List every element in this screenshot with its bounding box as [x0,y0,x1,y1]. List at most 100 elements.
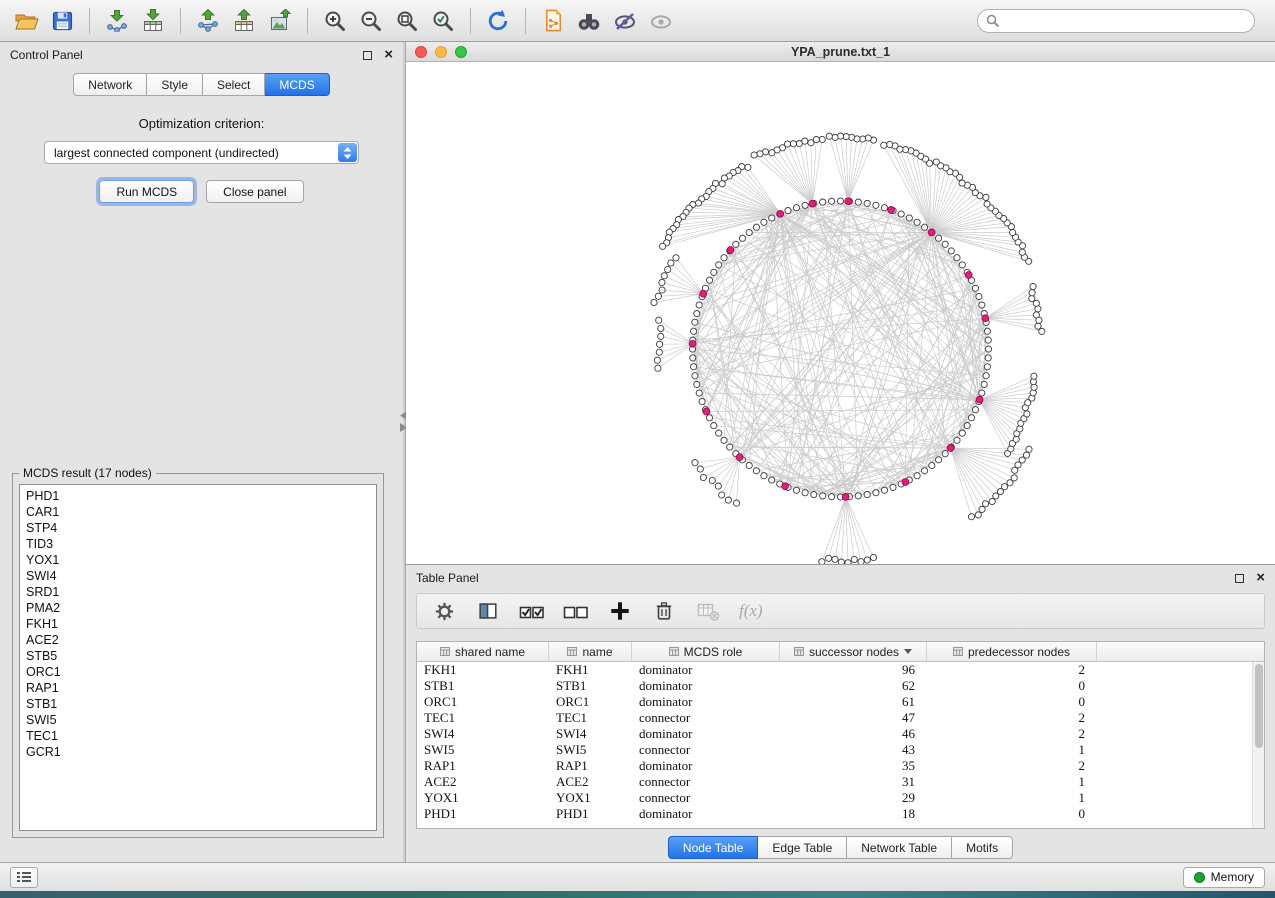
table-row[interactable]: RAP1RAP1dominator352 [417,758,1264,774]
tab-style[interactable]: Style [147,73,203,96]
result-item[interactable]: STB5 [26,648,376,664]
cell-successor-nodes[interactable]: 29 [780,790,927,806]
cell-predecessor-nodes[interactable]: 1 [927,742,1097,758]
memory-button[interactable]: Memory [1183,867,1265,888]
result-item[interactable]: PHD1 [26,488,376,504]
cell-name[interactable]: PHD1 [549,806,632,822]
tab-select[interactable]: Select [203,73,265,96]
cell-name[interactable]: SWI5 [549,742,632,758]
cell-successor-nodes[interactable]: 35 [780,758,927,774]
show-column-button[interactable] [471,596,505,626]
deselect-all-button[interactable] [559,596,593,626]
cell-mcds-role[interactable]: connector [632,774,780,790]
hide-selected-button[interactable] [607,5,643,37]
show-panel-menu-button[interactable] [10,867,38,888]
cell-name[interactable]: STB1 [549,678,632,694]
minimize-window-button[interactable] [435,46,447,58]
save-session-button[interactable] [44,5,80,37]
column-header-mcds-role[interactable]: MCDS role [632,642,780,661]
tab-network-table[interactable]: Network Table [847,836,952,859]
zoom-selected-button[interactable] [425,5,461,37]
cell-mcds-role[interactable]: dominator [632,662,780,678]
export-network-button[interactable] [190,5,226,37]
tab-node-table[interactable]: Node Table [668,836,759,859]
table-row[interactable]: PHD1PHD1dominator180 [417,806,1264,822]
cell-predecessor-nodes[interactable]: 0 [927,678,1097,694]
cell-name[interactable]: YOX1 [549,790,632,806]
cell-mcds-role[interactable]: connector [632,710,780,726]
apply-layout-button[interactable] [480,5,516,37]
table-row[interactable]: ACE2ACE2connector311 [417,774,1264,790]
cell-mcds-role[interactable]: dominator [632,678,780,694]
result-item[interactable]: TEC1 [26,728,376,744]
result-item[interactable]: STP4 [26,520,376,536]
cell-name[interactable]: TEC1 [549,710,632,726]
close-window-button[interactable] [415,46,427,58]
zoom-in-button[interactable] [317,5,353,37]
criterion-dropdown[interactable]: largest connected component (undirected) [44,141,359,164]
result-item[interactable]: ORC1 [26,664,376,680]
column-header-predecessor-nodes[interactable]: predecessor nodes [927,642,1097,661]
cell-predecessor-nodes[interactable]: 2 [927,726,1097,742]
table-row[interactable]: FKH1FKH1dominator962 [417,662,1264,678]
cell-successor-nodes[interactable]: 96 [780,662,927,678]
result-item[interactable]: TID3 [26,536,376,552]
zoom-out-button[interactable] [353,5,389,37]
column-header-successor-nodes[interactable]: successor nodes [780,642,927,661]
table-row[interactable]: TEC1TEC1connector472 [417,710,1264,726]
float-table-panel-button[interactable] [1235,574,1244,583]
cell-mcds-role[interactable]: dominator [632,758,780,774]
cell-predecessor-nodes[interactable]: 1 [927,790,1097,806]
result-item[interactable]: SWI5 [26,712,376,728]
cell-mcds-role[interactable]: connector [632,742,780,758]
cell-successor-nodes[interactable]: 62 [780,678,927,694]
cell-mcds-role[interactable]: dominator [632,726,780,742]
export-document-button[interactable] [535,5,571,37]
tab-mcds[interactable]: MCDS [265,73,329,96]
cell-shared-name[interactable]: YOX1 [417,790,549,806]
table-row[interactable]: YOX1YOX1connector291 [417,790,1264,806]
table-row[interactable]: STB1STB1dominator620 [417,678,1264,694]
tab-network[interactable]: Network [73,73,147,96]
result-item[interactable]: SWI4 [26,568,376,584]
cell-shared-name[interactable]: ACE2 [417,774,549,790]
zoom-fit-button[interactable] [389,5,425,37]
result-item[interactable]: SRD1 [26,584,376,600]
cell-predecessor-nodes[interactable]: 0 [927,694,1097,710]
cell-shared-name[interactable]: FKH1 [417,662,549,678]
float-panel-button[interactable] [363,51,372,60]
import-network-button[interactable] [99,5,135,37]
cell-predecessor-nodes[interactable]: 1 [927,774,1097,790]
cell-predecessor-nodes[interactable]: 2 [927,758,1097,774]
cell-successor-nodes[interactable]: 43 [780,742,927,758]
cell-shared-name[interactable]: PHD1 [417,806,549,822]
result-item[interactable]: GCR1 [26,744,376,760]
result-item[interactable]: RAP1 [26,680,376,696]
cell-shared-name[interactable]: ORC1 [417,694,549,710]
cell-shared-name[interactable]: SWI5 [417,742,549,758]
cell-shared-name[interactable]: STB1 [417,678,549,694]
tab-edge-table[interactable]: Edge Table [758,836,847,859]
table-scrollbar[interactable] [1252,662,1264,828]
network-canvas[interactable] [406,62,1275,564]
tab-motifs[interactable]: Motifs [952,836,1013,859]
table-row[interactable]: SWI5SWI5connector431 [417,742,1264,758]
result-item[interactable]: ACE2 [26,632,376,648]
cell-mcds-role[interactable]: dominator [632,694,780,710]
result-item[interactable]: CAR1 [26,504,376,520]
cell-successor-nodes[interactable]: 18 [780,806,927,822]
delete-row-button[interactable] [647,596,681,626]
result-item[interactable]: FKH1 [26,616,376,632]
open-file-button[interactable] [8,5,44,37]
column-header-shared-name[interactable]: shared name [417,642,549,661]
close-mcds-panel-button[interactable]: Close panel [206,180,303,203]
cell-name[interactable]: SWI4 [549,726,632,742]
select-all-button[interactable] [515,596,549,626]
cell-successor-nodes[interactable]: 47 [780,710,927,726]
cell-predecessor-nodes[interactable]: 2 [927,662,1097,678]
cell-name[interactable]: ACE2 [549,774,632,790]
cell-predecessor-nodes[interactable]: 2 [927,710,1097,726]
cell-successor-nodes[interactable]: 61 [780,694,927,710]
cell-name[interactable]: ORC1 [549,694,632,710]
column-header-name[interactable]: name [549,642,632,661]
